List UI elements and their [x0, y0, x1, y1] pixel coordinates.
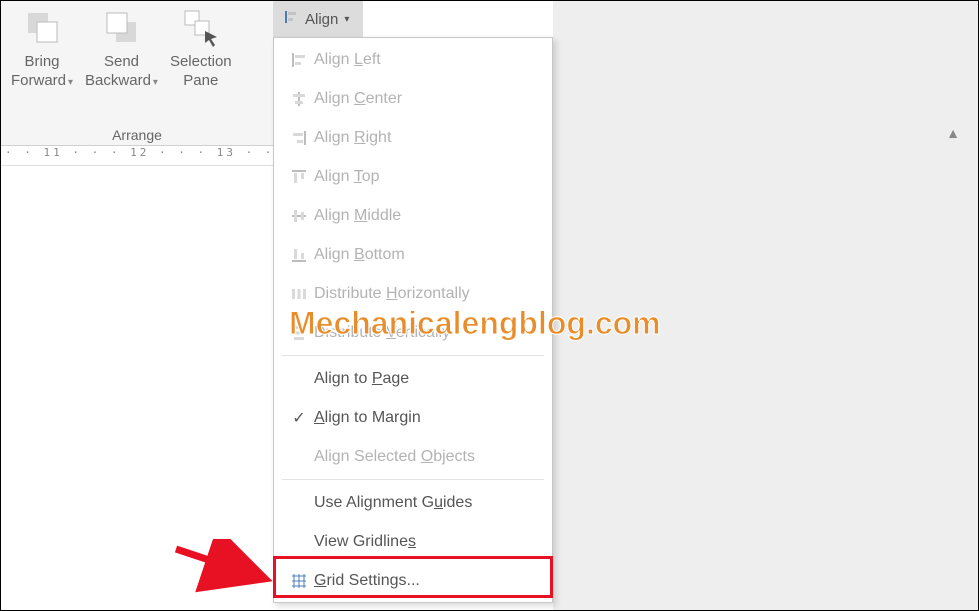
annotation-arrow [171, 539, 281, 602]
ribbon-arrange-group: Bring Forward▾ Send Backward▾ Selection … [1, 1, 273, 146]
align-left-icon [284, 51, 314, 69]
background-panel [553, 1, 978, 610]
menu-align-bottom-label: Align Bottom [314, 246, 538, 264]
menu-align-page-label: Align to Page [314, 370, 538, 388]
menu-align-middle[interactable]: Align Middle [274, 196, 552, 235]
menu-grid-settings[interactable]: Grid Settings... [274, 561, 552, 600]
align-menu: Align Left Align Center Align Right Alig… [273, 37, 553, 603]
menu-separator [282, 479, 544, 480]
menu-use-alignment-guides[interactable]: Use Alignment Guides [274, 483, 552, 522]
menu-align-to-margin[interactable]: ✓ Align to Margin [274, 398, 552, 437]
align-top-icon [284, 168, 314, 186]
bring-forward-icon [25, 5, 59, 49]
selection-pane-icon [181, 5, 221, 49]
menu-distribute-v-label: Distribute Vertically [314, 324, 538, 342]
align-middle-icon [284, 207, 314, 225]
horizontal-ruler: · · 11 · · · 12 · · · 13 · · · 14 · · [1, 146, 273, 166]
check-icon: ✓ [284, 408, 314, 428]
align-icon [283, 9, 299, 29]
menu-align-right[interactable]: Align Right [274, 118, 552, 157]
align-button-label: Align [305, 11, 338, 28]
align-center-icon [284, 90, 314, 108]
menu-distribute-vertically[interactable]: Distribute Vertically [274, 313, 552, 352]
selection-pane-button[interactable]: Selection Pane [164, 1, 238, 93]
align-bottom-icon [284, 246, 314, 264]
bring-forward-button[interactable]: Bring Forward▾ [5, 1, 79, 93]
menu-grid-settings-label: Grid Settings... [314, 572, 538, 590]
menu-align-center[interactable]: Align Center [274, 79, 552, 118]
bring-forward-label: Bring Forward▾ [11, 53, 73, 91]
menu-align-selected-objects[interactable]: Align Selected Objects [274, 437, 552, 476]
menu-align-to-page[interactable]: Align to Page [274, 359, 552, 398]
menu-align-left[interactable]: Align Left [274, 40, 552, 79]
menu-align-left-label: Align Left [314, 51, 538, 69]
align-dropdown-button[interactable]: Align ▾ [273, 1, 363, 37]
menu-align-bottom[interactable]: Align Bottom [274, 235, 552, 274]
menu-separator [282, 355, 544, 356]
ribbon-group-label: Arrange [1, 127, 273, 143]
menu-view-gridlines[interactable]: View Gridlines [274, 522, 552, 561]
collapse-ribbon-icon[interactable]: ▲ [946, 125, 960, 141]
align-right-icon [284, 129, 314, 147]
send-backward-label: Send Backward▾ [85, 53, 158, 91]
distribute-h-icon [284, 285, 314, 303]
selection-pane-label: Selection Pane [170, 53, 232, 91]
menu-use-guides-label: Use Alignment Guides [314, 494, 538, 512]
grid-icon [284, 572, 314, 590]
chevron-down-icon: ▾ [344, 14, 349, 25]
menu-align-right-label: Align Right [314, 129, 538, 147]
menu-align-margin-label: Align to Margin [314, 409, 538, 427]
send-backward-icon [104, 5, 138, 49]
menu-view-grid-label: View Gridlines [314, 533, 538, 551]
menu-align-top[interactable]: Align Top [274, 157, 552, 196]
send-backward-button[interactable]: Send Backward▾ [79, 1, 164, 93]
menu-align-middle-label: Align Middle [314, 207, 538, 225]
menu-distribute-horizontally[interactable]: Distribute Horizontally [274, 274, 552, 313]
distribute-v-icon [284, 324, 314, 342]
menu-align-sel-label: Align Selected Objects [314, 448, 538, 466]
menu-distribute-h-label: Distribute Horizontally [314, 285, 538, 303]
menu-align-center-label: Align Center [314, 90, 538, 108]
menu-align-top-label: Align Top [314, 168, 538, 186]
